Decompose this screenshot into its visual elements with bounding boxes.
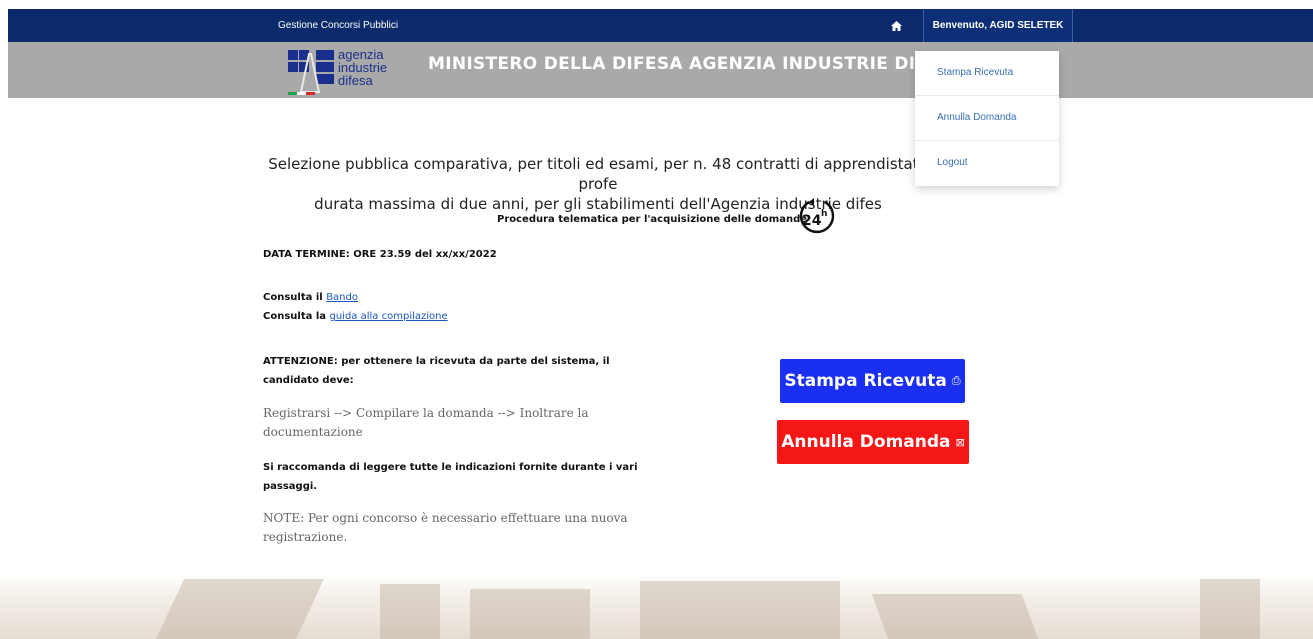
page-header-title: MINISTERO DELLA DIFESA AGENZIA INDUSTRIE… [428, 54, 923, 74]
logo-text: agenzia industrie difesa [338, 47, 388, 88]
stampa-ricevuta-button[interactable]: Stampa Ricevuta ⎙ [780, 359, 965, 403]
guida-link[interactable]: guida alla compilazione [330, 311, 448, 322]
note-text: NOTE: Per ogni concorso è necessario eff… [263, 511, 628, 544]
recommendation-text: Si raccomanda di leggere tutte le indica… [263, 462, 638, 492]
agency-logo: agenzia industrie difesa [288, 48, 406, 96]
procedure-subtitle: Procedura telematica per l'acquisizione … [497, 214, 808, 225]
close-box-icon: ⊠ [955, 435, 965, 449]
consulta-guida-line: Consulta la guida alla compilazione [263, 311, 448, 322]
print-icon: ⎙ [951, 374, 961, 387]
home-icon [890, 20, 902, 31]
user-dropdown-menu: Stampa Ricevuta Annulla Domanda Logout [915, 51, 1059, 186]
procedure-steps: Registrarsi --> Compilare la domanda -->… [263, 406, 589, 439]
user-menu-toggle[interactable]: Benvenuto, AGID SELETEK [923, 9, 1073, 42]
24h-clock-icon: 24 h [799, 198, 835, 234]
annulla-domanda-button[interactable]: Annulla Domanda ⊠ [777, 420, 969, 464]
bando-link[interactable]: Bando [326, 292, 358, 303]
attention-notice: ATTENZIONE: per ottenere la ricevuta da … [263, 356, 610, 386]
svg-text:h: h [821, 209, 827, 219]
home-button[interactable] [876, 9, 916, 42]
site-header: agenzia industrie difesa MINISTERO DELLA… [8, 42, 1313, 98]
svg-text:24: 24 [802, 213, 822, 229]
brand-link[interactable]: Gestione Concorsi Pubblici [278, 9, 398, 42]
top-navbar: Gestione Concorsi Pubblici Benvenuto, AG… [8, 9, 1313, 42]
background-photo [0, 575, 1313, 639]
menu-item-stampa-ricevuta[interactable]: Stampa Ricevuta [915, 51, 1059, 96]
deadline-text: DATA TERMINE: ORE 23.59 del xx/xx/2022 [263, 249, 497, 260]
logo-mark [288, 50, 334, 95]
consulta-bando-line: Consulta il Bando [263, 292, 358, 303]
menu-item-annulla-domanda[interactable]: Annulla Domanda [915, 96, 1059, 141]
menu-item-logout[interactable]: Logout [915, 141, 1059, 185]
